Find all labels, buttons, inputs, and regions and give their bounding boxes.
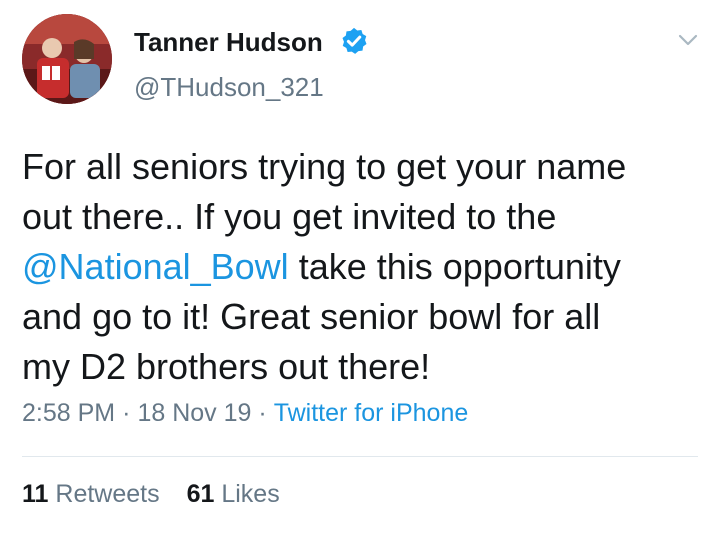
avatar[interactable] [22, 14, 112, 104]
tweet-text: For all seniors trying to get your name … [22, 142, 712, 392]
likes-count: 61 [186, 480, 215, 508]
retweets-stat[interactable]: 11 Retweets [22, 480, 160, 508]
tweet-text-line: @National_Bowl take this opportunity [22, 242, 712, 292]
verified-badge-icon [342, 27, 367, 54]
divider [22, 456, 698, 457]
retweets-label: Retweets [55, 480, 160, 508]
tweet-metadata: 2:58 PM · 18 Nov 19 · Twitter for iPhone [22, 399, 468, 428]
mention-link[interactable]: @National_Bowl [22, 246, 289, 287]
retweets-count: 11 [22, 480, 49, 508]
tweet-card: Tanner Hudson @THudson_321 For all senio… [0, 0, 720, 533]
tweet-text-segment: take this opportunity [288, 246, 621, 287]
user-handle[interactable]: @THudson_321 [134, 72, 324, 103]
tweet-time[interactable]: 2:58 PM [22, 399, 115, 427]
tweet-date[interactable]: 18 Nov 19 [137, 399, 251, 427]
likes-stat[interactable]: 61 Likes [187, 480, 280, 508]
tweet-stats: 11 Retweets 61 Likes [22, 480, 300, 509]
tweet-text-line: out there.. If you get invited to the [22, 196, 557, 237]
display-name[interactable]: Tanner Hudson [134, 27, 323, 58]
meta-separator: · [258, 399, 267, 427]
tweet-text-line: For all seniors trying to get your name [22, 146, 627, 187]
avatar-photo [22, 14, 112, 104]
tweet-text-line: my D2 brothers out there! [22, 346, 431, 387]
likes-label: Likes [221, 480, 280, 508]
chevron-down-icon[interactable] [674, 30, 702, 50]
tweet-source-link[interactable]: Twitter for iPhone [274, 399, 469, 427]
meta-separator: · [122, 399, 131, 427]
tweet-text-line: and go to it! Great senior bowl for all [22, 296, 601, 337]
